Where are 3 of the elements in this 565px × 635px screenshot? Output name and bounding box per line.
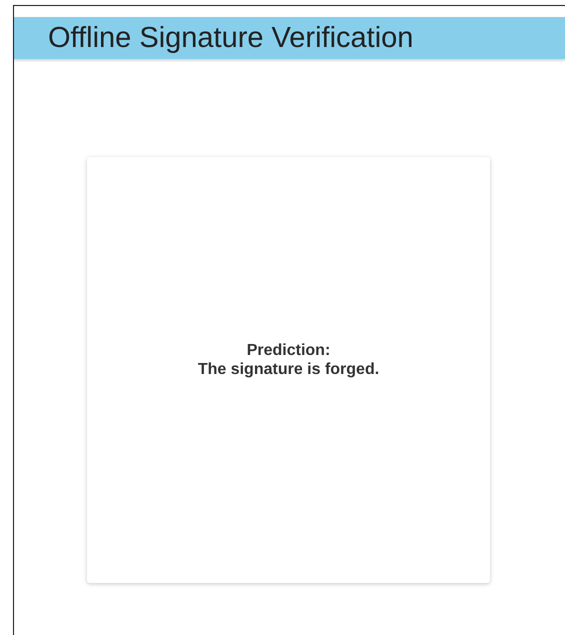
prediction-label: Prediction: [246,341,330,360]
app-title: Offline Signature Verification [48,22,414,54]
prediction-result: The signature is forged. [198,360,380,379]
